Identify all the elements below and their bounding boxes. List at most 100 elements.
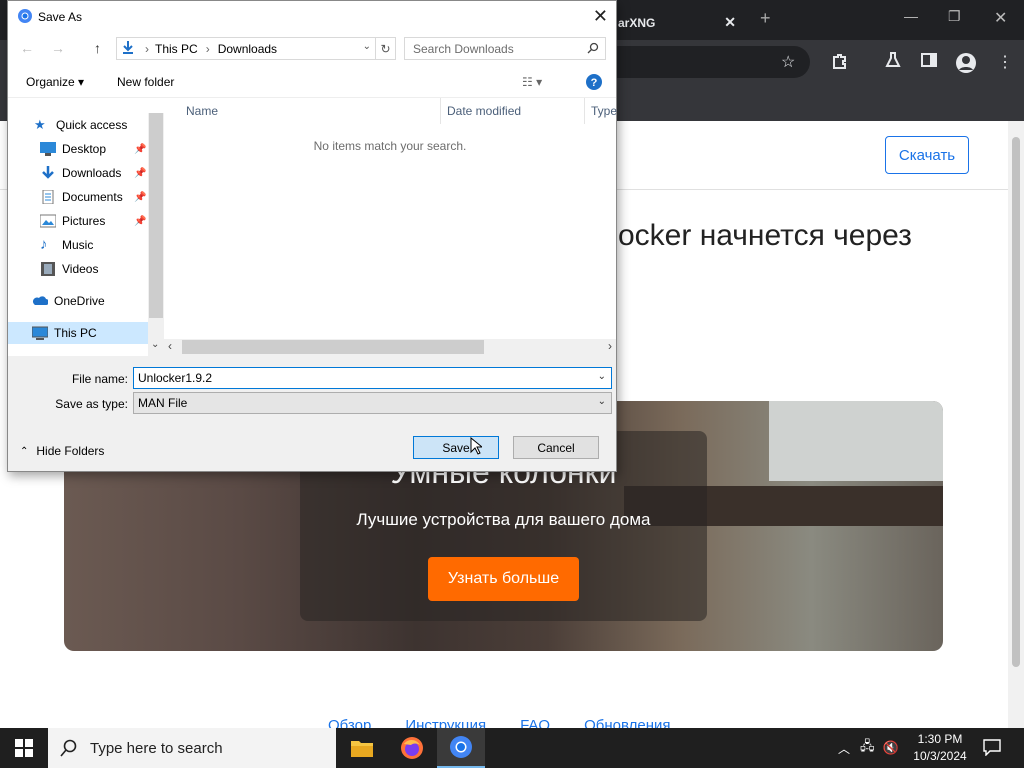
- search-downloads-input[interactable]: Search Downloads: [404, 37, 606, 60]
- restore-icon[interactable]: ❐: [948, 8, 961, 25]
- side-panel-icon[interactable]: [921, 52, 937, 73]
- nav-item-documents[interactable]: Documents 📌: [8, 186, 148, 208]
- column-type[interactable]: Type: [591, 104, 617, 118]
- network-icon[interactable]: 🖧: [860, 737, 875, 759]
- search-icon[interactable]: [587, 42, 599, 57]
- help-icon[interactable]: ?: [585, 73, 603, 94]
- forward-arrow-icon[interactable]: →: [51, 40, 65, 56]
- breadcrumb-this-pc[interactable]: This PC: [155, 42, 198, 56]
- nav-item-onedrive[interactable]: OneDrive: [8, 290, 148, 312]
- nav-item-music[interactable]: ♪ Music: [8, 234, 148, 256]
- chevron-down-icon[interactable]: ⌄: [598, 396, 606, 407]
- extensions-icon[interactable]: [831, 52, 849, 75]
- taskbar-clock[interactable]: 1:30 PM 10/3/2024: [905, 731, 975, 765]
- nav-label: Downloads: [62, 166, 122, 180]
- nav-quick-access[interactable]: ★ Quick access: [8, 114, 148, 136]
- page-headline: ocker начнется через: [618, 219, 912, 252]
- taskbar-search[interactable]: Type here to search: [48, 728, 336, 768]
- notifications-icon[interactable]: [983, 738, 1001, 759]
- footer-link[interactable]: Инструкция: [405, 717, 486, 728]
- page-scrollbar[interactable]: [1008, 121, 1024, 728]
- pin-icon: 📌: [134, 143, 147, 155]
- taskbar-search-placeholder: Type here to search: [90, 739, 223, 757]
- profile-avatar-icon[interactable]: [955, 52, 977, 79]
- window-close-icon[interactable]: ✕: [994, 8, 1007, 28]
- nav-label: OneDrive: [54, 294, 105, 308]
- footer-link[interactable]: FAQ: [520, 717, 550, 728]
- up-arrow-icon[interactable]: ↑: [94, 40, 101, 56]
- volume-muted-icon[interactable]: 🔇: [883, 740, 899, 756]
- tab-close-icon[interactable]: ✕: [724, 14, 736, 31]
- save-type-row: Save as type: MAN File ⌄: [8, 392, 616, 416]
- hero-subtitle: Лучшие устройства для вашего дома: [356, 510, 651, 529]
- empty-message: No items match your search.: [313, 139, 467, 153]
- organize-menu[interactable]: Organize ▾: [26, 75, 84, 89]
- firefox-taskbar-icon[interactable]: [388, 728, 436, 768]
- start-button[interactable]: [0, 728, 48, 768]
- scroll-left-icon[interactable]: ‹: [168, 339, 172, 353]
- file-list-scrollbar[interactable]: ‹ ›: [164, 339, 616, 356]
- file-name-label: File name:: [71, 372, 128, 386]
- chrome-taskbar-icon[interactable]: [437, 728, 485, 768]
- column-name[interactable]: Name: [186, 104, 218, 118]
- browser-menu-icon[interactable]: ⋮: [997, 52, 1013, 72]
- nav-label: Music: [62, 238, 94, 252]
- file-explorer-taskbar-icon[interactable]: [338, 728, 386, 768]
- page-scrollbar-thumb[interactable]: [1012, 137, 1020, 667]
- address-dropdown-icon[interactable]: ⌄: [363, 41, 371, 52]
- view-options-icon[interactable]: ☷ ▾: [522, 75, 542, 89]
- nav-item-pictures[interactable]: Pictures 📌: [8, 210, 148, 232]
- bookmark-star-icon[interactable]: ☆: [781, 52, 795, 72]
- footer-link[interactable]: Обновления: [584, 717, 670, 728]
- scroll-down-icon[interactable]: ⌄: [151, 339, 159, 350]
- breadcrumb-downloads[interactable]: Downloads: [218, 42, 277, 56]
- downloads-icon: [40, 166, 56, 180]
- chrome-app-icon: [17, 8, 33, 27]
- breadcrumb-chevron-icon: ›: [205, 41, 210, 56]
- nav-item-this-pc[interactable]: This PC: [8, 322, 148, 344]
- nav-scrollbar-thumb[interactable]: [149, 113, 163, 318]
- search-placeholder: Search Downloads: [413, 41, 514, 56]
- nav-label: Videos: [62, 262, 99, 276]
- nav-label: Desktop: [62, 142, 107, 156]
- clock-date: 10/3/2024: [913, 749, 967, 763]
- refresh-icon[interactable]: ↻: [375, 38, 395, 59]
- save-type-select[interactable]: MAN File ⌄: [133, 392, 612, 414]
- save-type-value: MAN File: [138, 396, 188, 410]
- nav-item-downloads[interactable]: Downloads 📌: [8, 162, 148, 184]
- chevron-up-icon[interactable]: ︿: [838, 740, 850, 757]
- pin-icon: 📌: [134, 191, 147, 203]
- breadcrumb-chevron-icon: ›: [145, 41, 149, 56]
- browser-tab[interactable]: arXNG ✕: [610, 6, 750, 40]
- footer-links: Обзор Инструкция FAQ Обновления: [328, 717, 671, 728]
- file-name-input[interactable]: Unlocker1.9.2 ⌄: [133, 367, 612, 389]
- new-tab-icon[interactable]: +: [760, 8, 771, 29]
- minimize-icon[interactable]: —: [904, 8, 918, 24]
- labs-flask-icon[interactable]: [885, 52, 901, 73]
- learn-more-button[interactable]: Узнать больше: [428, 557, 579, 601]
- dialog-close-icon[interactable]: ✕: [593, 6, 608, 27]
- omnibox[interactable]: [610, 46, 810, 78]
- pictures-icon: [39, 214, 57, 228]
- star-icon: ★: [34, 117, 46, 132]
- nav-item-videos[interactable]: Videos: [8, 258, 148, 280]
- download-button[interactable]: Скачать: [885, 136, 969, 174]
- column-date-modified[interactable]: Date modified: [447, 104, 521, 118]
- file-list-scrollbar-thumb[interactable]: [182, 340, 484, 354]
- file-list-pane: Name Date modified Type No items match y…: [164, 98, 617, 356]
- back-arrow-icon[interactable]: ←: [20, 40, 34, 56]
- nav-item-desktop[interactable]: Desktop 📌: [8, 138, 148, 160]
- hide-folders-toggle[interactable]: ⌃ Hide Folders: [20, 444, 104, 458]
- scroll-right-icon[interactable]: ›: [608, 339, 612, 353]
- file-name-row: File name: Unlocker1.9.2 ⌄: [8, 367, 616, 391]
- cancel-button[interactable]: Cancel: [513, 436, 599, 459]
- footer-link[interactable]: Обзор: [328, 717, 371, 728]
- downloads-location-icon: [121, 40, 135, 57]
- chevron-down-icon[interactable]: ⌄: [598, 371, 606, 382]
- save-button[interactable]: Save: [413, 436, 499, 459]
- nav-label: Quick access: [56, 118, 128, 132]
- nav-scrollbar[interactable]: ⌄: [148, 113, 164, 356]
- address-bar[interactable]: › This PC › Downloads ⌄ ↻: [116, 37, 396, 60]
- pin-icon: 📌: [134, 215, 147, 227]
- new-folder-button[interactable]: New folder: [117, 75, 174, 89]
